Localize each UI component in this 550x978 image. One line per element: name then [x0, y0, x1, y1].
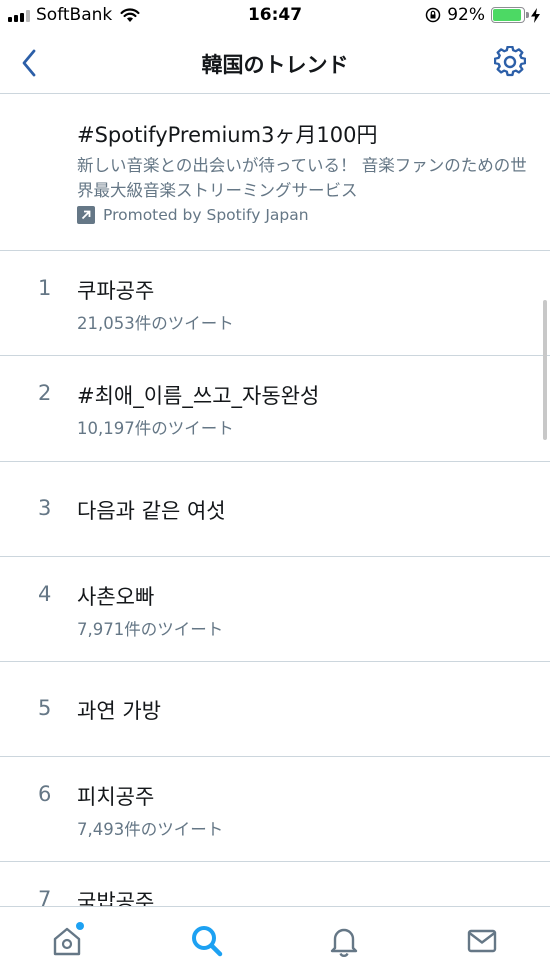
promoted-arrow-icon [77, 206, 95, 224]
search-icon [192, 926, 223, 957]
trend-rank: 4 [38, 582, 52, 606]
battery-percent: 92% [447, 5, 485, 25]
battery-level [493, 9, 521, 21]
status-bar: SoftBank 16:47 92% [0, 0, 550, 34]
tab-home[interactable] [47, 921, 87, 961]
trend-name: 다음과 같은 여섯 [77, 499, 226, 523]
trend-item[interactable]: 1 쿠파공주 21,053件のツイート [0, 251, 550, 356]
promoted-by-text: Promoted by Spotify Japan [103, 206, 309, 224]
battery-icon [491, 7, 529, 23]
bell-icon [330, 928, 358, 957]
status-right: 92% [425, 5, 540, 25]
trend-name: 과연 가방 [77, 699, 161, 723]
trend-rank: 3 [38, 496, 52, 520]
page-title: 韓国のトレンド [201, 53, 349, 77]
trend-rank: 2 [38, 381, 52, 405]
tab-search[interactable] [187, 921, 227, 961]
trend-item[interactable]: 4 사촌오빠 7,971件のツイート [0, 557, 550, 662]
orientation-lock-icon [425, 7, 441, 23]
trend-rank: 6 [38, 782, 52, 806]
tab-notifications[interactable] [324, 921, 364, 961]
trend-rank: 1 [38, 276, 52, 300]
trend-name: #최애_이름_쓰고_자동완성 [77, 384, 320, 408]
trend-name: 쿠파공주 [77, 279, 155, 303]
trend-item[interactable]: 6 피치공주 7,493件のツイート [0, 757, 550, 862]
trend-tweet-count: 10,197件のツイート [77, 419, 234, 438]
trend-tweet-count: 7,493件のツイート [77, 820, 224, 839]
trend-tweet-count: 7,971件のツイート [77, 620, 224, 639]
promoted-trend[interactable]: #SpotifyPremium3ヶ月100円 新しい音楽との出会いが待っている！… [0, 95, 550, 251]
promoted-title: #SpotifyPremium3ヶ月100円 [77, 123, 378, 147]
trend-tweet-count: 21,053件のツイート [77, 314, 234, 333]
promoted-description: 新しい音楽との出会いが待っている！ 音楽ファンのための世界最大級音楽ストリーミン… [77, 156, 527, 200]
trend-item[interactable]: 2 #최애_이름_쓰고_자동완성 10,197件のツイート [0, 356, 550, 462]
scrollbar[interactable] [543, 300, 547, 440]
nav-bar: 韓国のトレンド [0, 34, 550, 94]
trend-item[interactable]: 3 다음과 같은 여섯 [0, 462, 550, 557]
gear-icon [494, 46, 526, 77]
trend-name: 피치공주 [77, 785, 155, 809]
trend-item[interactable]: 5 과연 가방 [0, 662, 550, 757]
trend-name: 사촌오빠 [77, 585, 155, 609]
tab-bar [0, 906, 550, 978]
charging-bolt-icon [531, 7, 540, 23]
notification-dot [76, 922, 84, 930]
trend-rank: 5 [38, 696, 52, 720]
tab-messages[interactable] [462, 921, 502, 961]
promoted-label: Promoted by Spotify Japan [77, 206, 309, 224]
mail-icon [467, 929, 497, 953]
settings-button[interactable] [492, 44, 528, 80]
